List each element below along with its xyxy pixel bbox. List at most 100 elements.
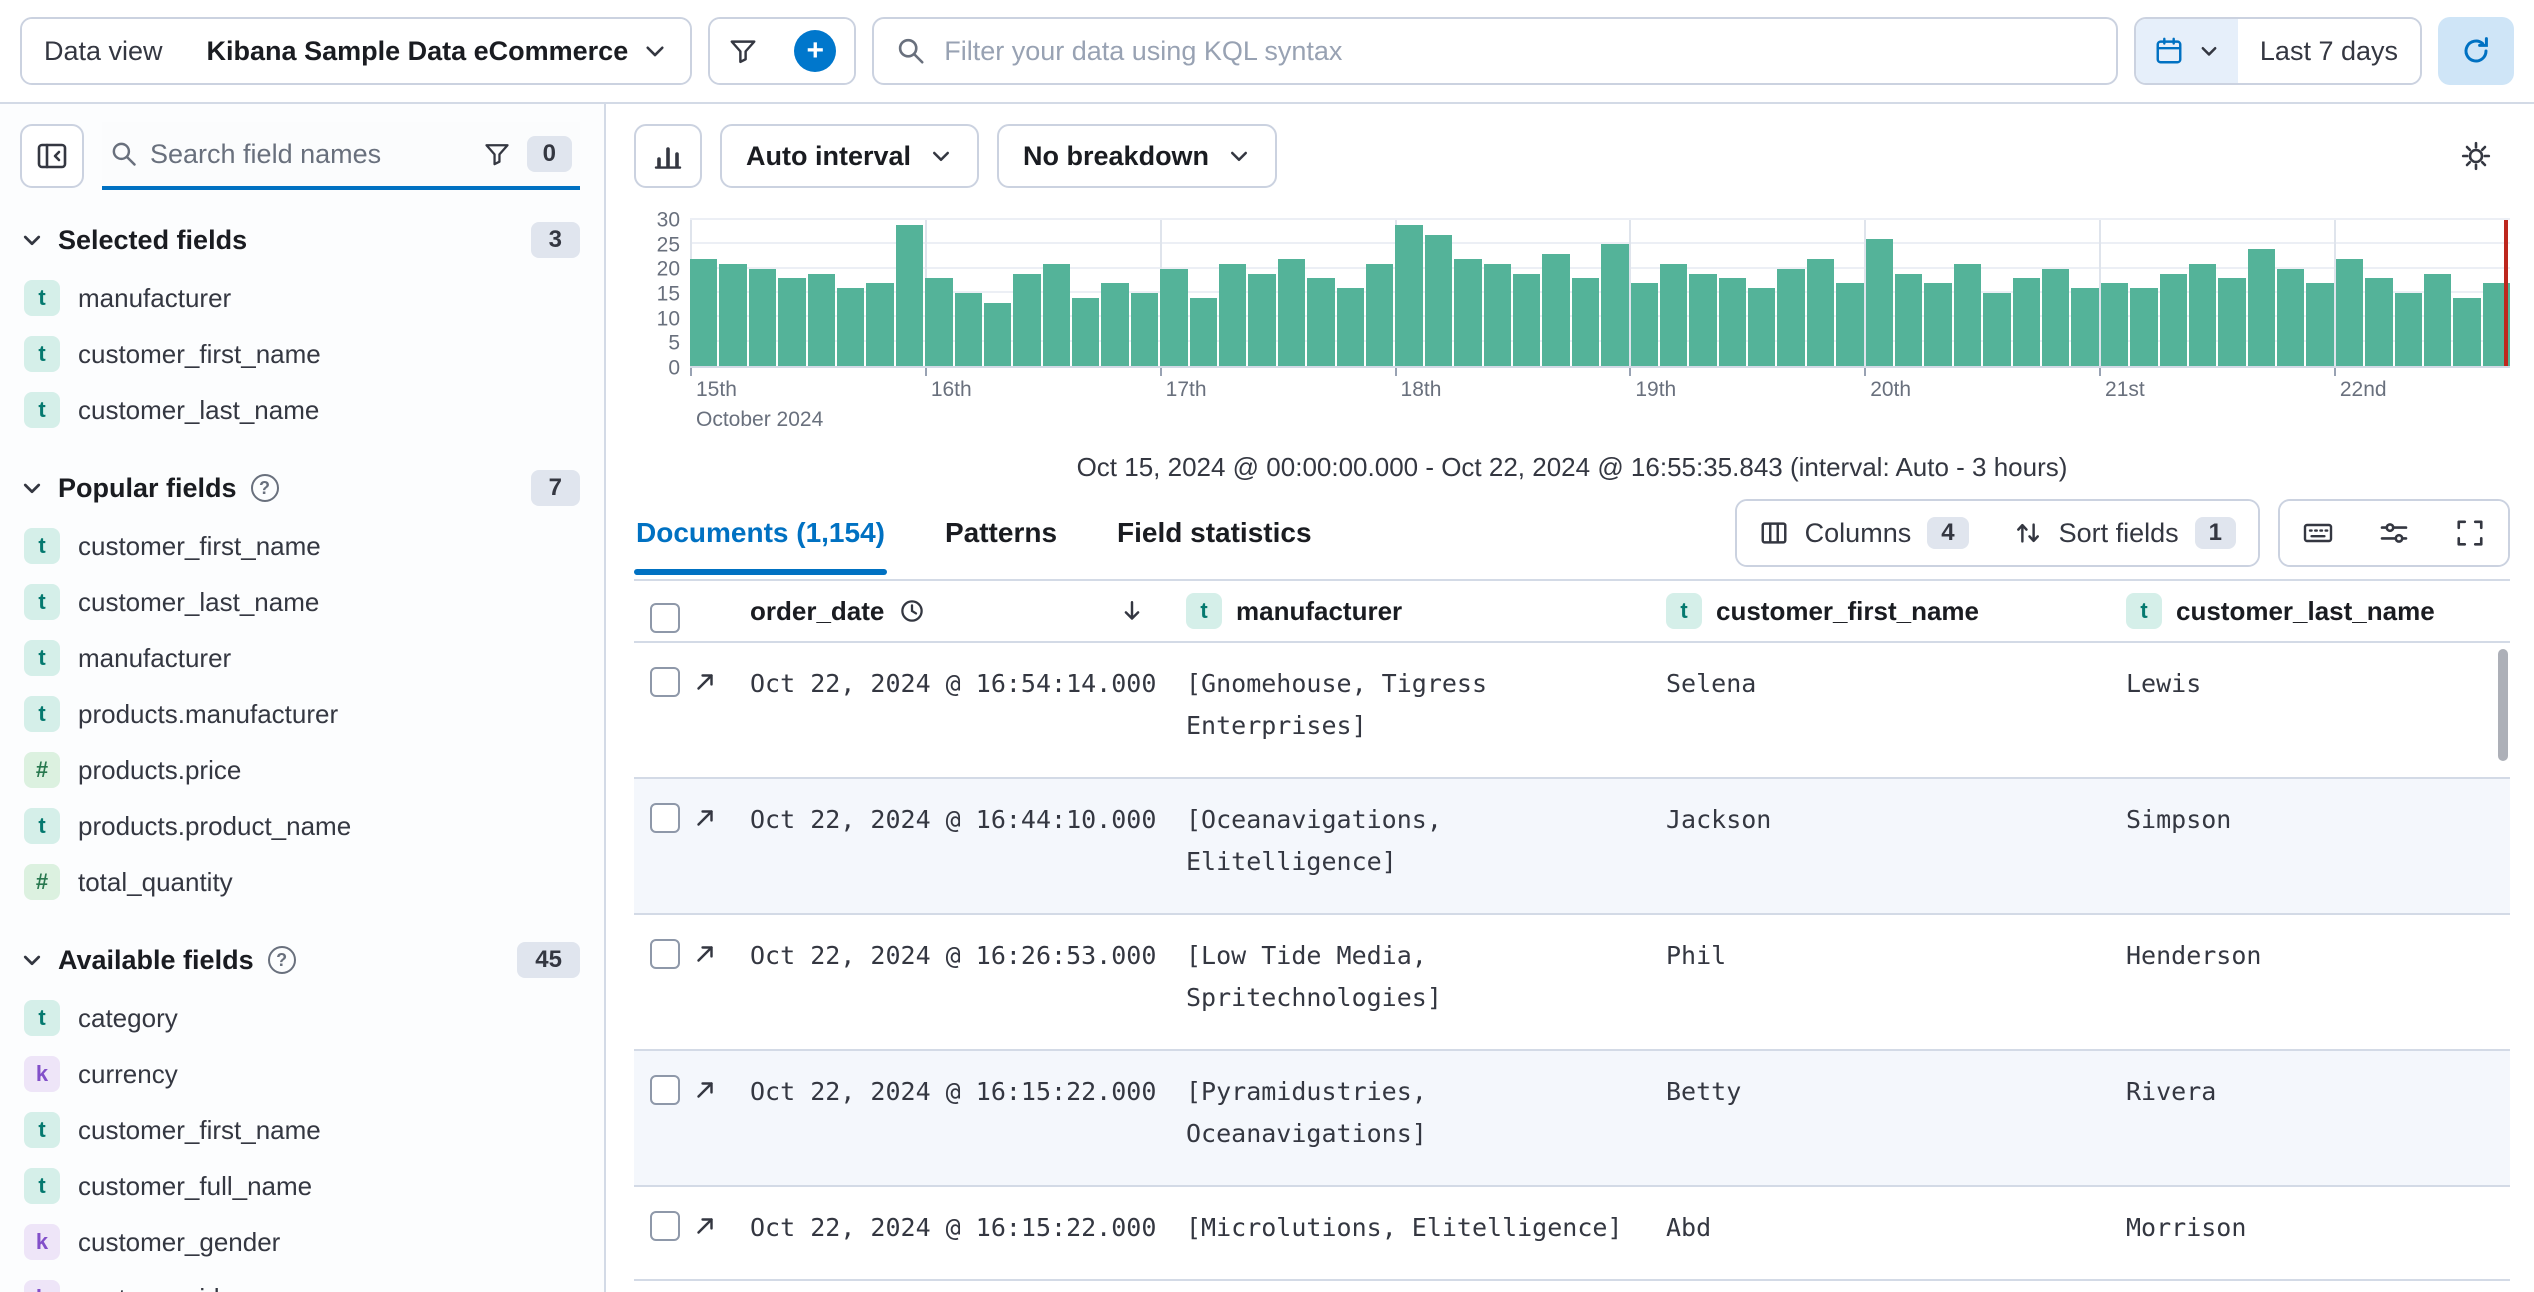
histogram-bar[interactable] [1072, 297, 1100, 366]
field-item-customer-full-name[interactable]: t customer_full_name [20, 1158, 580, 1214]
section-header[interactable]: Selected fields 3 [20, 222, 580, 258]
cell-customer-last-name[interactable]: Rivera [2102, 1051, 2510, 1185]
cell-manufacturer[interactable]: [Pyramidustries, Oceanavigations] [1162, 1051, 1642, 1185]
field-item-customer-first-name[interactable]: t customer_first_name [20, 326, 580, 382]
cell-customer-last-name[interactable]: Lewis [2102, 643, 2510, 777]
breakdown-dropdown[interactable]: No breakdown [997, 124, 1278, 188]
section-header[interactable]: Available fields? 45 [20, 942, 580, 978]
section-header[interactable]: Popular fields? 7 [20, 470, 580, 506]
cell-order-date[interactable]: Oct 22, 2024 @ 16:26:53.000 [726, 915, 1162, 1049]
field-item-customer-last-name[interactable]: t customer_last_name [20, 382, 580, 438]
expand-row-button[interactable] [692, 1077, 718, 1103]
chart-options-button[interactable] [2442, 124, 2510, 188]
cell-customer-last-name[interactable]: Simpson [2102, 779, 2510, 913]
histogram-bar[interactable] [1836, 283, 1864, 366]
histogram-bar[interactable] [1013, 273, 1041, 366]
expand-row-button[interactable] [692, 941, 718, 967]
chart-plot-area[interactable] [690, 218, 2511, 368]
histogram-bar[interactable] [1101, 283, 1129, 366]
field-item-customer-gender[interactable]: k customer_gender [20, 1214, 580, 1270]
histogram-bar[interactable] [719, 263, 747, 366]
sort-fields-button[interactable]: Sort fields 1 [1990, 501, 2258, 565]
histogram-bar[interactable] [1454, 258, 1482, 366]
column-header-manufacturer[interactable]: t manufacturer [1162, 581, 1642, 641]
histogram-bar[interactable] [2071, 288, 2099, 366]
histogram-bar[interactable] [1895, 273, 1923, 366]
histogram-bar[interactable] [925, 278, 953, 366]
histogram-bar[interactable] [1630, 283, 1658, 366]
edit-visualization-button[interactable] [634, 124, 702, 188]
histogram-bar[interactable] [2012, 278, 2040, 366]
tab-patterns[interactable]: Patterns [943, 505, 1059, 561]
cell-customer-last-name[interactable]: Morrison [2102, 1187, 2510, 1279]
histogram-bar[interactable] [983, 302, 1012, 366]
cell-order-date[interactable]: Oct 22, 2024 @ 16:15:22.000 [726, 1187, 1162, 1279]
keyboard-shortcuts-button[interactable] [2280, 501, 2356, 565]
cell-customer-first-name[interactable]: Phil [1642, 915, 2102, 1049]
expand-row-button[interactable] [692, 669, 718, 695]
histogram-bar[interactable] [2424, 273, 2452, 366]
histogram-bar[interactable] [1777, 268, 1805, 366]
field-item-total-quantity[interactable]: # total_quantity [20, 854, 580, 910]
histogram-bar[interactable] [1983, 293, 2011, 366]
cell-manufacturer[interactable]: [Gnomehouse, Tigress Enterprises] [1162, 643, 1642, 777]
cell-customer-first-name[interactable]: Selena [1642, 643, 2102, 777]
cell-order-date[interactable]: Oct 22, 2024 @ 16:54:14.000 [726, 643, 1162, 777]
histogram-bar[interactable] [1307, 278, 1335, 366]
sort-descending-icon[interactable] [1118, 597, 1146, 625]
date-picker-button[interactable] [2135, 19, 2238, 83]
cell-order-date[interactable]: Oct 22, 2024 @ 16:44:10.000 [726, 779, 1162, 913]
histogram-bar[interactable] [1953, 263, 1982, 366]
display-options-button[interactable] [2356, 501, 2432, 565]
histogram-bar[interactable] [2041, 268, 2070, 366]
histogram-bar[interactable] [1483, 263, 1511, 366]
refresh-button[interactable] [2438, 17, 2514, 85]
histogram-bar[interactable] [1219, 263, 1247, 366]
fullscreen-button[interactable] [2432, 501, 2508, 565]
field-item-customer-first-name[interactable]: t customer_first_name [20, 518, 580, 574]
field-item-currency[interactable]: k currency [20, 1046, 580, 1102]
histogram-bar[interactable] [1718, 278, 1747, 366]
add-filter-button[interactable]: + [776, 19, 855, 83]
cell-customer-first-name[interactable]: Abd [1642, 1187, 2102, 1279]
field-item-products-product-name[interactable]: t products.product_name [20, 798, 580, 854]
select-all-checkbox[interactable] [650, 603, 680, 633]
histogram-bar[interactable] [2394, 293, 2423, 366]
histogram-bar[interactable] [1865, 239, 1894, 366]
histogram-bar[interactable] [1748, 288, 1776, 366]
histogram-bar[interactable] [2247, 249, 2276, 366]
histogram-bar[interactable] [1659, 263, 1688, 366]
interval-dropdown[interactable]: Auto interval [720, 124, 980, 188]
field-item-products-price[interactable]: # products.price [20, 742, 580, 798]
histogram-bar[interactable] [954, 293, 982, 366]
histogram-bar[interactable] [690, 258, 718, 366]
row-checkbox[interactable] [650, 1075, 680, 1105]
field-item-customer-first-name[interactable]: t customer_first_name [20, 1102, 580, 1158]
data-view-label[interactable]: Data view [22, 19, 185, 83]
field-filter-button[interactable] [479, 140, 515, 168]
histogram-bar[interactable] [2365, 278, 2393, 366]
collapse-sidebar-button[interactable] [20, 124, 84, 188]
histogram-bar[interactable] [1160, 268, 1188, 366]
column-header-customer-first-name[interactable]: t customer_first_name [1642, 581, 2102, 641]
histogram-bar[interactable] [778, 278, 806, 366]
time-range-button[interactable]: Last 7 days [2237, 19, 2420, 83]
histogram-bar[interactable] [1924, 283, 1952, 366]
histogram-bar[interactable] [2277, 268, 2305, 366]
cell-manufacturer[interactable]: [Oceanavigations, Elitelligence] [1162, 779, 1642, 913]
histogram-bar[interactable] [2218, 278, 2246, 366]
histogram-bar[interactable] [1571, 278, 1600, 366]
field-item-manufacturer[interactable]: t manufacturer [20, 630, 580, 686]
field-item-customer-last-name[interactable]: t customer_last_name [20, 574, 580, 630]
histogram-bar[interactable] [1601, 244, 1629, 366]
field-item-customer-id[interactable]: k customer_id [20, 1270, 580, 1292]
histogram-bar[interactable] [866, 283, 894, 366]
filter-icon-button[interactable] [710, 19, 777, 83]
histogram-bar[interactable] [1689, 273, 1717, 366]
row-checkbox[interactable] [650, 667, 680, 697]
histogram-bar[interactable] [2100, 283, 2129, 366]
histogram-bar[interactable] [836, 288, 865, 366]
expand-row-button[interactable] [692, 805, 718, 831]
histogram-bar[interactable] [1365, 263, 1394, 366]
histogram-bar[interactable] [895, 224, 924, 366]
